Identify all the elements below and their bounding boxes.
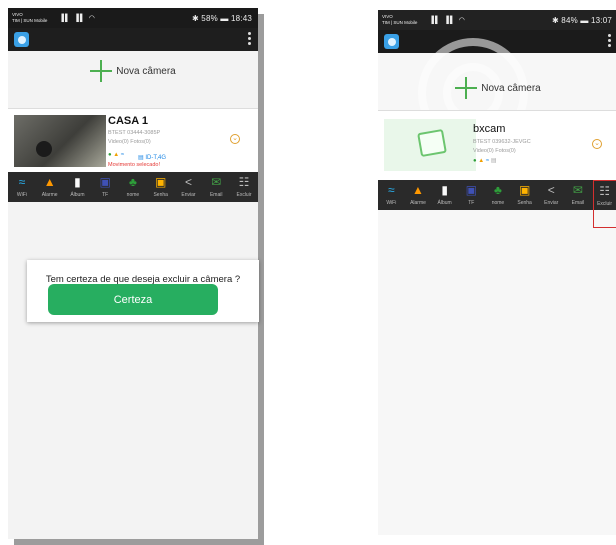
trash-icon: ☷ (599, 184, 610, 198)
camera-status-icons: ● ▲ ≈ (108, 152, 125, 158)
camera-counts: Video(0) Fotos(0) (108, 139, 151, 145)
bell-icon: ▲ (412, 183, 424, 197)
action-password[interactable]: ▣ Senha (513, 183, 537, 206)
carrier-info: VIVO TIM | SUN Mobile (382, 14, 426, 26)
action-wifi[interactable]: ≈ WiFi (379, 183, 403, 206)
action-alarm[interactable]: ▲ Alarme (38, 175, 62, 198)
settings-icon: ♣ (129, 175, 137, 189)
chevron-down-icon[interactable]: ⌄ (230, 134, 240, 144)
trash-icon: ☷ (238, 175, 250, 189)
battery-clock: ✱ 84% ▬ 13:07 (551, 15, 612, 25)
action-label: Email (571, 200, 585, 206)
camera-counts: Video(0) Fotos(0) (473, 148, 516, 154)
add-camera-label: Nova câmera (481, 82, 541, 94)
camera-snapshot[interactable] (14, 115, 106, 167)
wifi-icon: ≈ (388, 183, 395, 197)
mail-icon: ✉ (572, 183, 583, 197)
camera-list-item[interactable]: bxcam BTEST 039632-JEVGC Video(0) Fotos(… (378, 110, 616, 180)
action-delete[interactable]: ☷ Excluir (232, 175, 256, 198)
action-album[interactable]: ▮ Álbum (433, 183, 457, 206)
camera-status-icons: ● ▲ ≈ ▤ (473, 158, 497, 164)
image-placeholder-icon (417, 128, 447, 158)
action-label: WiFi (16, 192, 27, 198)
action-share[interactable]: < Enviar (539, 183, 563, 206)
more-options-icon[interactable] (246, 32, 252, 47)
action-email[interactable]: ✉ Email (204, 175, 228, 198)
right-phone-screen: VIVO TIM | SUN Mobile ▐▌ ▐▌ ◠ ✱ 84% ▬ 13… (378, 10, 616, 535)
action-label: Email (209, 192, 223, 198)
action-label: nome (491, 200, 505, 206)
action-password[interactable]: ▣ Senha (149, 175, 173, 198)
share-icon: < (547, 183, 555, 197)
camera-list-item[interactable]: CASA 1 BTEST 03444-3085P Video(0) Fotos(… (8, 108, 258, 172)
action-label: Alarme (41, 192, 58, 198)
carrier-info: VIVO TIM | SUN Mobile (12, 12, 56, 24)
wifi-icon: ≈ (18, 175, 26, 189)
action-share[interactable]: < Enviar (176, 175, 200, 198)
more-options-icon[interactable] (606, 34, 612, 49)
signal-icon: ▐▌ ▐▌ ◠ (59, 15, 96, 22)
add-camera-button[interactable]: Nova câmera (378, 68, 616, 108)
action-label: Enviar (544, 200, 559, 206)
carrier-bottom: TIM | SUN Mobile (12, 18, 48, 23)
lock-icon: ▣ (155, 175, 167, 189)
status-bar: VIVO TIM | SUN Mobile ▐▌ ▐▌ ◠ ✱ 84% ▬ 13… (378, 10, 616, 30)
sd-card-icon: ▣ (99, 175, 111, 189)
bell-icon: ▲ (43, 175, 56, 189)
action-label: Excluir (597, 201, 613, 207)
action-label: nome (126, 192, 140, 198)
add-camera-button[interactable]: Nova câmera (8, 51, 258, 91)
share-icon: < (184, 175, 192, 189)
phone-icon: ▮ (441, 183, 448, 197)
camera-action-bar: ≈ WiFi ▲ Alarme ▮ Álbum ▣ TF ♣ nome ▣ Senha < E… (8, 172, 258, 202)
app-bar (8, 28, 258, 51)
action-label: Álbum (70, 192, 85, 198)
action-album[interactable]: ▮ Álbum (65, 175, 89, 198)
action-email[interactable]: ✉ Email (566, 183, 590, 206)
action-label: Enviar (181, 192, 196, 198)
action-label: Álbum (437, 200, 452, 206)
camera-action-bar: ≈ WiFi ▲ Alarme ▮ Álbum ▣ TF ♣ nome ▣ Senha < E… (378, 180, 616, 228)
action-label: TF (102, 192, 109, 198)
camera-snapshot[interactable] (384, 119, 476, 171)
camera-uid: BTEST 039632-JEVGC (473, 139, 531, 145)
action-tf[interactable]: ▣ TF (93, 175, 117, 198)
action-name[interactable]: ♣ nome (486, 183, 510, 206)
sd-card-icon: ▣ (465, 183, 477, 197)
camera-uid: BTEST 03444-3085P (108, 130, 161, 136)
action-label: Excluir (236, 192, 252, 198)
action-label: WiFi (386, 200, 397, 206)
mail-icon: ✉ (211, 175, 222, 189)
delete-confirm-dialog: Tem certeza de que deseja excluir a câme… (27, 260, 259, 322)
camera-name: CASA 1 (108, 115, 148, 127)
action-label: Alarme (410, 200, 426, 206)
action-wifi[interactable]: ≈ WiFi (10, 175, 34, 198)
phone-icon: ▮ (74, 175, 81, 189)
carrier-bottom: TIM | SUN Mobile (382, 20, 418, 25)
motion-alert: Movimento selecado! (108, 162, 160, 168)
action-label: TF (468, 200, 475, 206)
settings-icon: ♣ (494, 183, 502, 197)
action-label: Senha (517, 200, 532, 206)
plus-icon (90, 60, 113, 82)
chevron-down-icon[interactable]: ⌄ (592, 139, 602, 149)
app-logo-icon (14, 32, 29, 47)
battery-clock: ✱ 58% ▬ 18:43 (191, 13, 252, 23)
status-bar: VIVO TIM | SUN Mobile ▐▌ ▐▌ ◠ ✱ 58% ▬ 18… (8, 8, 258, 28)
plus-icon (455, 77, 478, 99)
action-name[interactable]: ♣ nome (121, 175, 145, 198)
action-alarm[interactable]: ▲ Alarme (406, 183, 430, 206)
action-delete-highlighted[interactable]: ☷ Excluir (592, 180, 616, 228)
signal-icon: ▐▌ ▐▌ ◠ (429, 17, 466, 24)
action-tf[interactable]: ▣ TF (459, 183, 483, 206)
add-camera-label: Nova câmera (116, 65, 176, 77)
camera-network: ▤ ID-T,4G (138, 155, 167, 161)
camera-name: bxcam (473, 123, 506, 135)
lock-icon: ▣ (518, 183, 531, 197)
screenshot-canvas: VIVO TIM | SUN Mobile ▐▌ ▐▌ ◠ ✱ 58% ▬ 18… (0, 0, 616, 545)
confirm-button[interactable]: Certeza (48, 284, 218, 315)
action-label: Senha (153, 192, 168, 198)
